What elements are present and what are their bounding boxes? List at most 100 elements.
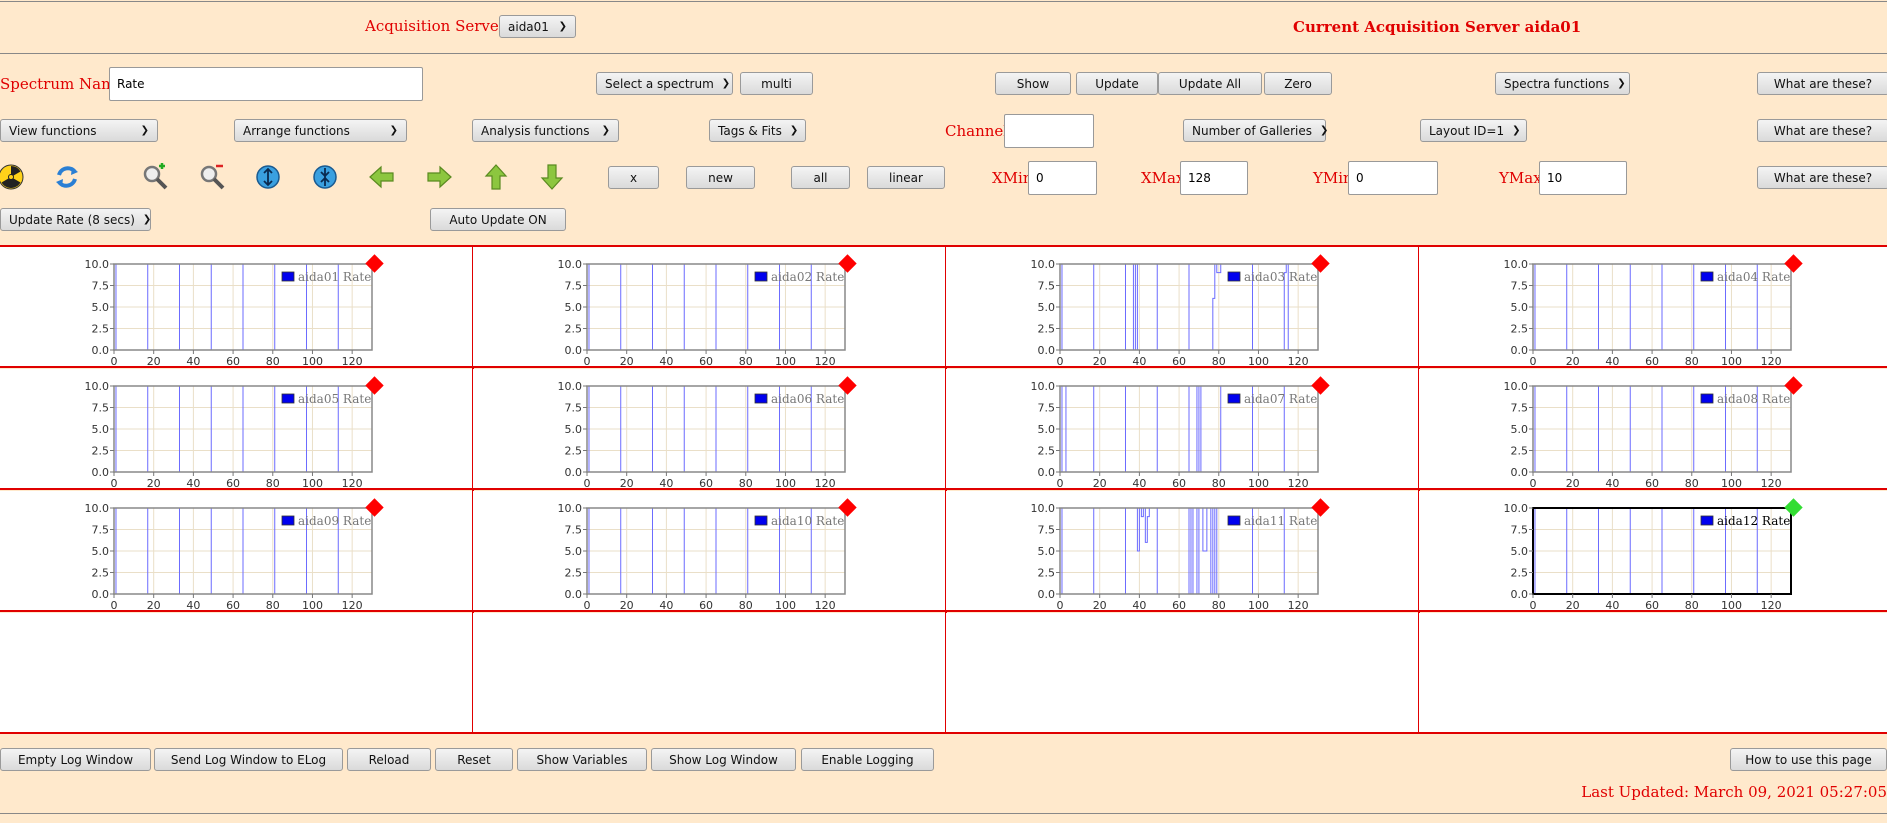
spectrum-cell[interactable]: 0 20 40 60 80 100 120 0.0 2.5 5.0 7.5 10.0 aida01 Ra… (0, 247, 472, 366)
update-button[interactable]: Update (1076, 72, 1158, 95)
spectra-functions-dropdown[interactable]: Spectra functions ❯ (1495, 72, 1630, 95)
spectrum-plot[interactable]: 0 20 40 60 80 100 120 0.0 2.5 5.0 7.5 10.0 aida06 Ra… (473, 369, 945, 488)
spectrum-cell[interactable]: 0 20 40 60 80 100 120 0.0 2.5 5.0 7.5 10.0 aida09 Ra… (0, 491, 472, 610)
radiation-icon[interactable] (0, 163, 25, 191)
spectrum-cell[interactable]: 0 20 40 60 80 100 120 0.0 2.5 5.0 7.5 10.0 aida04 Ra… (1419, 247, 1887, 366)
y-tick-label: 2.5 (92, 567, 110, 580)
y-tick-label: 7.5 (92, 402, 110, 415)
x-button[interactable]: x (608, 166, 659, 189)
all-button[interactable]: all (791, 166, 850, 189)
zoom-out-icon[interactable] (198, 163, 226, 191)
how-to-use-button[interactable]: How to use this page (1730, 748, 1887, 771)
linear-button[interactable]: linear (867, 166, 945, 189)
arrow-up-icon[interactable] (482, 163, 510, 191)
spectrum-plot[interactable]: 0 20 40 60 80 100 120 0.0 2.5 5.0 7.5 10.0 aida12 Ra… (1419, 491, 1887, 610)
y-tick-label: 7.5 (1038, 280, 1056, 293)
y-tick-label: 0.0 (1038, 466, 1056, 479)
spectrum-plot[interactable]: 0 20 40 60 80 100 120 0.0 2.5 5.0 7.5 10.0 aida09 Ra… (0, 491, 472, 610)
number-of-galleries-dropdown[interactable]: Number of Galleries ❯ (1183, 119, 1328, 142)
spectrum-plot[interactable]: 0 20 40 60 80 100 120 0.0 2.5 5.0 7.5 10.0 aida05 Ra… (0, 369, 472, 488)
spectrum-cell[interactable] (946, 613, 1418, 732)
spectrum-cell[interactable] (473, 613, 945, 732)
show-log-window-button[interactable]: Show Log Window (651, 748, 796, 771)
spectrum-cell[interactable]: 0 20 40 60 80 100 120 0.0 2.5 5.0 7.5 10.0 aida08 Ra… (1419, 369, 1887, 488)
reload-button[interactable]: Reload (347, 748, 431, 771)
tags-fits-dropdown[interactable]: Tags & Fits ❯ (709, 119, 806, 142)
spectrum-grid: 0 20 40 60 80 100 120 0.0 2.5 5.0 7.5 10.0 aida01 Ra… (0, 245, 1887, 734)
spectrum-cell[interactable]: 0 20 40 60 80 100 120 0.0 2.5 5.0 7.5 10.0 aida10 Ra… (473, 491, 945, 610)
xmin-input[interactable] (1028, 161, 1097, 195)
update-rate-dropdown[interactable]: Update Rate (8 secs) ❯ (0, 208, 151, 231)
spectrum-cell[interactable]: 0 20 40 60 80 100 120 0.0 2.5 5.0 7.5 10.0 aida07 Ra… (946, 369, 1418, 488)
select-spectrum-dropdown[interactable]: Select a spectrum ❯ (596, 72, 733, 95)
ymax-input[interactable] (1539, 161, 1627, 195)
spectrum-cell[interactable]: 0 20 40 60 80 100 120 0.0 2.5 5.0 7.5 10.0 aida05 Ra… (0, 369, 472, 488)
reset-button[interactable]: Reset (435, 748, 513, 771)
compress-y-icon[interactable] (311, 163, 339, 191)
x-tick-label: 100 (775, 477, 796, 488)
arrow-left-icon[interactable] (368, 163, 396, 191)
y-tick-label: 10.0 (85, 502, 110, 515)
chevron-down-icon: ❯ (558, 21, 567, 32)
zoom-in-icon[interactable] (141, 163, 169, 191)
update-all-button[interactable]: Update All (1158, 72, 1262, 95)
spectrum-cell[interactable] (0, 613, 472, 732)
refresh-icon[interactable] (53, 163, 81, 191)
spectrum-cell[interactable]: 0 20 40 60 80 100 120 0.0 2.5 5.0 7.5 10.0 aida02 Ra… (473, 247, 945, 366)
legend-swatch (754, 271, 768, 282)
arrow-down-icon[interactable] (538, 163, 566, 191)
spectrum-cell[interactable]: 0 20 40 60 80 100 120 0.0 2.5 5.0 7.5 10.0 aida03 Ra… (946, 247, 1418, 366)
spectrum-cell[interactable] (1419, 613, 1887, 732)
what-are-these-button-3[interactable]: What are these? (1757, 166, 1887, 189)
y-tick-label: 7.5 (565, 402, 583, 415)
y-tick-label: 2.5 (1038, 323, 1056, 336)
spectrum-cell[interactable]: 0 20 40 60 80 100 120 0.0 2.5 5.0 7.5 10.0 aida11 Ra… (946, 491, 1418, 610)
spectrum-plot[interactable]: 0 20 40 60 80 100 120 0.0 2.5 5.0 7.5 10.0 aida10 Ra… (473, 491, 945, 610)
zero-button[interactable]: Zero (1264, 72, 1332, 95)
x-tick-label: 20 (147, 355, 161, 366)
x-tick-label: 100 (775, 355, 796, 366)
x-tick-label: 20 (147, 477, 161, 488)
xmax-input[interactable] (1180, 161, 1248, 195)
show-button[interactable]: Show (995, 72, 1071, 95)
x-tick-label: 80 (1685, 477, 1699, 488)
view-functions-dropdown[interactable]: View functions ❯ (0, 119, 158, 142)
multi-button[interactable]: multi (740, 72, 813, 95)
spectrum-plot[interactable]: 0 20 40 60 80 100 120 0.0 2.5 5.0 7.5 10.0 aida04 Ra… (1419, 247, 1887, 366)
new-button[interactable]: new (686, 166, 755, 189)
empty-log-window-button[interactable]: Empty Log Window (0, 748, 151, 771)
layout-id-dropdown[interactable]: Layout ID=1 ❯ (1420, 119, 1527, 142)
spectrum-plot[interactable]: 0 20 40 60 80 100 120 0.0 2.5 5.0 7.5 10.0 aida11 Ra… (946, 491, 1418, 610)
show-variables-button[interactable]: Show Variables (517, 748, 647, 771)
x-tick-label: 0 (584, 599, 591, 610)
arrow-right-icon[interactable] (425, 163, 453, 191)
y-tick-label: 2.5 (1511, 323, 1529, 336)
spectrum-plot[interactable]: 0 20 40 60 80 100 120 0.0 2.5 5.0 7.5 10.0 aida01 Ra… (0, 247, 472, 366)
y-tick-label: 0.0 (1511, 588, 1529, 601)
enable-logging-button[interactable]: Enable Logging (801, 748, 934, 771)
analysis-functions-dropdown[interactable]: Analysis functions ❯ (472, 119, 619, 142)
spectrum-cell[interactable]: 0 20 40 60 80 100 120 0.0 2.5 5.0 7.5 10.0 aida06 Ra… (473, 369, 945, 488)
expand-y-icon[interactable] (254, 163, 282, 191)
y-tick-label: 0.0 (565, 344, 583, 357)
ymin-input[interactable] (1348, 161, 1438, 195)
layout-id-label: Layout ID=1 (1429, 123, 1505, 138)
x-tick-label: 0 (1057, 477, 1064, 488)
legend-label: aida06 Rate (771, 392, 844, 406)
auto-update-button[interactable]: Auto Update ON (430, 208, 566, 231)
x-tick-label: 60 (226, 355, 240, 366)
spectrum-plot[interactable]: 0 20 40 60 80 100 120 0.0 2.5 5.0 7.5 10.0 aida07 Ra… (946, 369, 1418, 488)
spectrum-plot[interactable]: 0 20 40 60 80 100 120 0.0 2.5 5.0 7.5 10.0 aida02 Ra… (473, 247, 945, 366)
x-tick-label: 20 (1566, 599, 1580, 610)
send-log-to-elog-button[interactable]: Send Log Window to ELog (154, 748, 343, 771)
what-are-these-button-2[interactable]: What are these? (1757, 119, 1887, 142)
spectrum-name-input[interactable] (109, 67, 423, 101)
channel-input[interactable] (1004, 114, 1094, 148)
spectrum-cell[interactable]: 0 20 40 60 80 100 120 0.0 2.5 5.0 7.5 10.0 aida12 Ra… (1419, 491, 1887, 610)
what-are-these-button-1[interactable]: What are these? (1757, 72, 1887, 95)
x-tick-label: 80 (1212, 477, 1226, 488)
arrange-functions-dropdown[interactable]: Arrange functions ❯ (234, 119, 407, 142)
spectrum-plot[interactable]: 0 20 40 60 80 100 120 0.0 2.5 5.0 7.5 10.0 aida08 Ra… (1419, 369, 1887, 488)
spectrum-plot[interactable]: 0 20 40 60 80 100 120 0.0 2.5 5.0 7.5 10.0 aida03 Ra… (946, 247, 1418, 366)
server-select[interactable]: aida01 ❯ (499, 15, 576, 38)
